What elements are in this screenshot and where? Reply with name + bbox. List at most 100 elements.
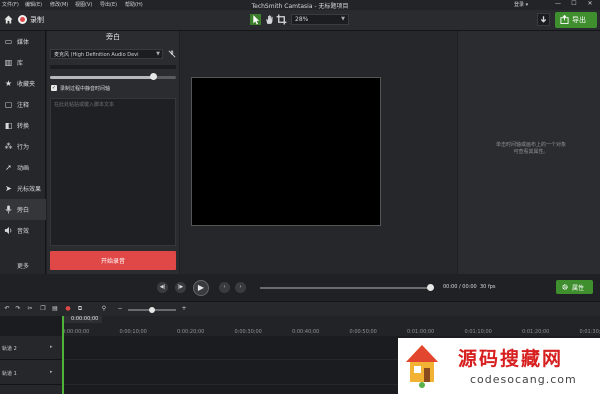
scrubber-thumb[interactable] <box>427 284 434 291</box>
download-button[interactable] <box>537 13 550 26</box>
play-icon: ▶ <box>197 283 205 292</box>
cut-icon[interactable]: ✂ <box>26 305 34 313</box>
watermark-title: 源码搜藏网 <box>458 348 564 370</box>
window-title: TechSmith Camtasia - 无标题项目 <box>251 3 349 10</box>
track-toggle-icon[interactable]: ▸ <box>50 369 58 377</box>
sidebar-item-label: 音效 <box>17 228 30 235</box>
track-header[interactable]: 轨道 2 ▸ <box>0 336 62 360</box>
zoom-in-icon[interactable]: + <box>180 305 188 313</box>
timeline-zoom-slider[interactable] <box>128 307 176 313</box>
timeline-ruler[interactable]: 0:00:00;00 0:00:10;00 0:00:20;00 0:00:30;00… <box>62 316 600 336</box>
close-button[interactable]: ✕ <box>584 0 596 10</box>
step-forward-button[interactable]: |▶ <box>175 282 186 293</box>
library-icon: ▥ <box>4 58 13 67</box>
sidebar-item-label: 光标效果 <box>17 186 42 193</box>
zoom-value: 28% <box>295 16 309 23</box>
playback-scrubber[interactable] <box>260 284 434 291</box>
sidebar-item-media[interactable]: ▭ 媒体 <box>0 31 46 52</box>
sidebar-item-favorites[interactable]: ★ 收藏夹 <box>0 73 46 94</box>
narration-panel: 旁白 麦克风 (High Definition Audio Devi ▼ ✓ 录… <box>47 31 179 274</box>
sidebar-item-animations[interactable]: ➚ 动画 <box>0 157 46 178</box>
volume-slider[interactable] <box>50 73 176 80</box>
ruler-tick-label: 0:01:00;00 <box>407 329 435 335</box>
split-icon[interactable]: ⧉ <box>76 305 84 313</box>
hand-icon <box>266 15 273 24</box>
sidebar-item-label: 库 <box>17 60 24 67</box>
select-tool-button[interactable] <box>250 14 261 25</box>
redo-icon[interactable]: ↷ <box>14 305 22 313</box>
volume-slider-fill <box>50 76 154 79</box>
chevron-right-icon: › <box>239 284 242 290</box>
sidebar-item-annotations[interactable]: ▢ 注释 <box>0 94 46 115</box>
sidebar-item-narration[interactable]: 旁白 <box>0 199 46 220</box>
media-icon: ▭ <box>4 37 13 46</box>
home-icon[interactable] <box>4 15 13 24</box>
sidebar-item-label: 动画 <box>17 165 30 172</box>
sidebar-item-audio-effects[interactable]: 音效 <box>0 220 46 241</box>
properties-button[interactable]: 属性 <box>556 280 593 294</box>
track-label: 轨道 1 <box>2 371 17 377</box>
ruler-tick-label: 0:00:20;00 <box>177 329 205 335</box>
download-icon <box>540 16 547 23</box>
export-button[interactable]: 导出 <box>555 12 597 28</box>
playback-bar: ◀| |▶ ▶ ‹ › 00:00 / 00:00 30 fps 属性 <box>0 274 600 301</box>
properties-label: 属性 <box>572 285 585 292</box>
minimize-button[interactable]: — <box>552 0 564 10</box>
zoom-out-icon[interactable]: − <box>116 305 124 313</box>
sidebar-item-behaviors[interactable]: ⁂ 行为 <box>0 136 46 157</box>
sidebar-item-cursor-effects[interactable]: ➤ 光标效果 <box>0 178 46 199</box>
microphone-device: 麦克风 (High Definition Audio Devi <box>54 52 139 58</box>
audio-level-meter <box>50 65 176 69</box>
transition-icon: ◧ <box>4 121 13 130</box>
paste-icon[interactable]: ▤ <box>51 305 59 313</box>
behavior-icon: ⁂ <box>4 142 13 151</box>
ruler-tick-label: 0:00:10;00 <box>119 329 147 335</box>
login-menu[interactable]: 登录 ▾ <box>514 1 528 8</box>
mic-icon <box>5 205 12 214</box>
mic-off-icon[interactable] <box>168 50 176 58</box>
speaker-icon <box>4 226 12 235</box>
play-button[interactable]: ▶ <box>193 280 209 296</box>
zoom-search-icon[interactable]: ⚲ <box>100 305 108 313</box>
sidebar-item-label: 注释 <box>17 102 30 109</box>
pan-tool-button[interactable] <box>264 14 275 25</box>
site-watermark: 源码搜藏网 codesocang.com <box>398 338 600 394</box>
mute-timeline-checkbox[interactable]: ✓ <box>51 85 57 91</box>
record-camera-icon[interactable]: ● <box>64 305 72 313</box>
next-button[interactable]: › <box>235 282 246 293</box>
volume-slider-thumb[interactable] <box>150 73 158 80</box>
time-readout: 00:00 / 00:00 <box>443 284 477 290</box>
animation-icon: ➚ <box>5 163 12 172</box>
track-toggle-icon[interactable]: ▸ <box>50 344 58 352</box>
star-icon: ★ <box>4 79 13 88</box>
copy-icon[interactable]: ❐ <box>39 305 47 313</box>
sidebar-item-transitions[interactable]: ◧ 转换 <box>0 115 46 136</box>
chevron-down-icon: ▼ <box>156 51 160 57</box>
crop-tool-button[interactable] <box>276 14 287 25</box>
script-textarea[interactable]: 在此处粘贴或键入脚本文本 <box>50 98 176 246</box>
track-header[interactable]: 轨道 1 ▸ <box>0 361 62 385</box>
sidebar-item-label: 行为 <box>17 144 30 151</box>
annotation-icon: ▢ <box>4 100 13 109</box>
track-label: 轨道 2 <box>2 346 17 352</box>
maximize-button[interactable]: ☐ <box>568 0 580 10</box>
microphone-dropdown[interactable]: 麦克风 (High Definition Audio Devi ▼ <box>50 49 163 59</box>
timeline-zoom-thumb[interactable] <box>149 307 155 313</box>
chevron-left-icon: ‹ <box>223 284 226 290</box>
zoom-dropdown[interactable]: 28% ▼ <box>291 14 349 25</box>
record-label: 录制 <box>30 16 44 24</box>
export-icon <box>560 15 569 24</box>
panel-title: 旁白 <box>106 33 120 41</box>
video-canvas[interactable] <box>191 77 381 226</box>
ruler-tick-label: 0:00:50;00 <box>349 329 377 335</box>
record-button[interactable]: 录制 <box>17 13 53 27</box>
record-icon <box>18 15 27 24</box>
step-back-button[interactable]: ◀| <box>157 282 168 293</box>
undo-icon[interactable]: ↶ <box>3 305 11 313</box>
sidebar-item-library[interactable]: ▥ 库 <box>0 52 46 73</box>
playhead[interactable] <box>62 316 64 394</box>
previous-button[interactable]: ‹ <box>219 282 230 293</box>
start-recording-button[interactable]: 开始录音 <box>50 251 176 270</box>
start-recording-label: 开始录音 <box>100 258 125 265</box>
more-button[interactable]: 更多 <box>0 258 46 272</box>
